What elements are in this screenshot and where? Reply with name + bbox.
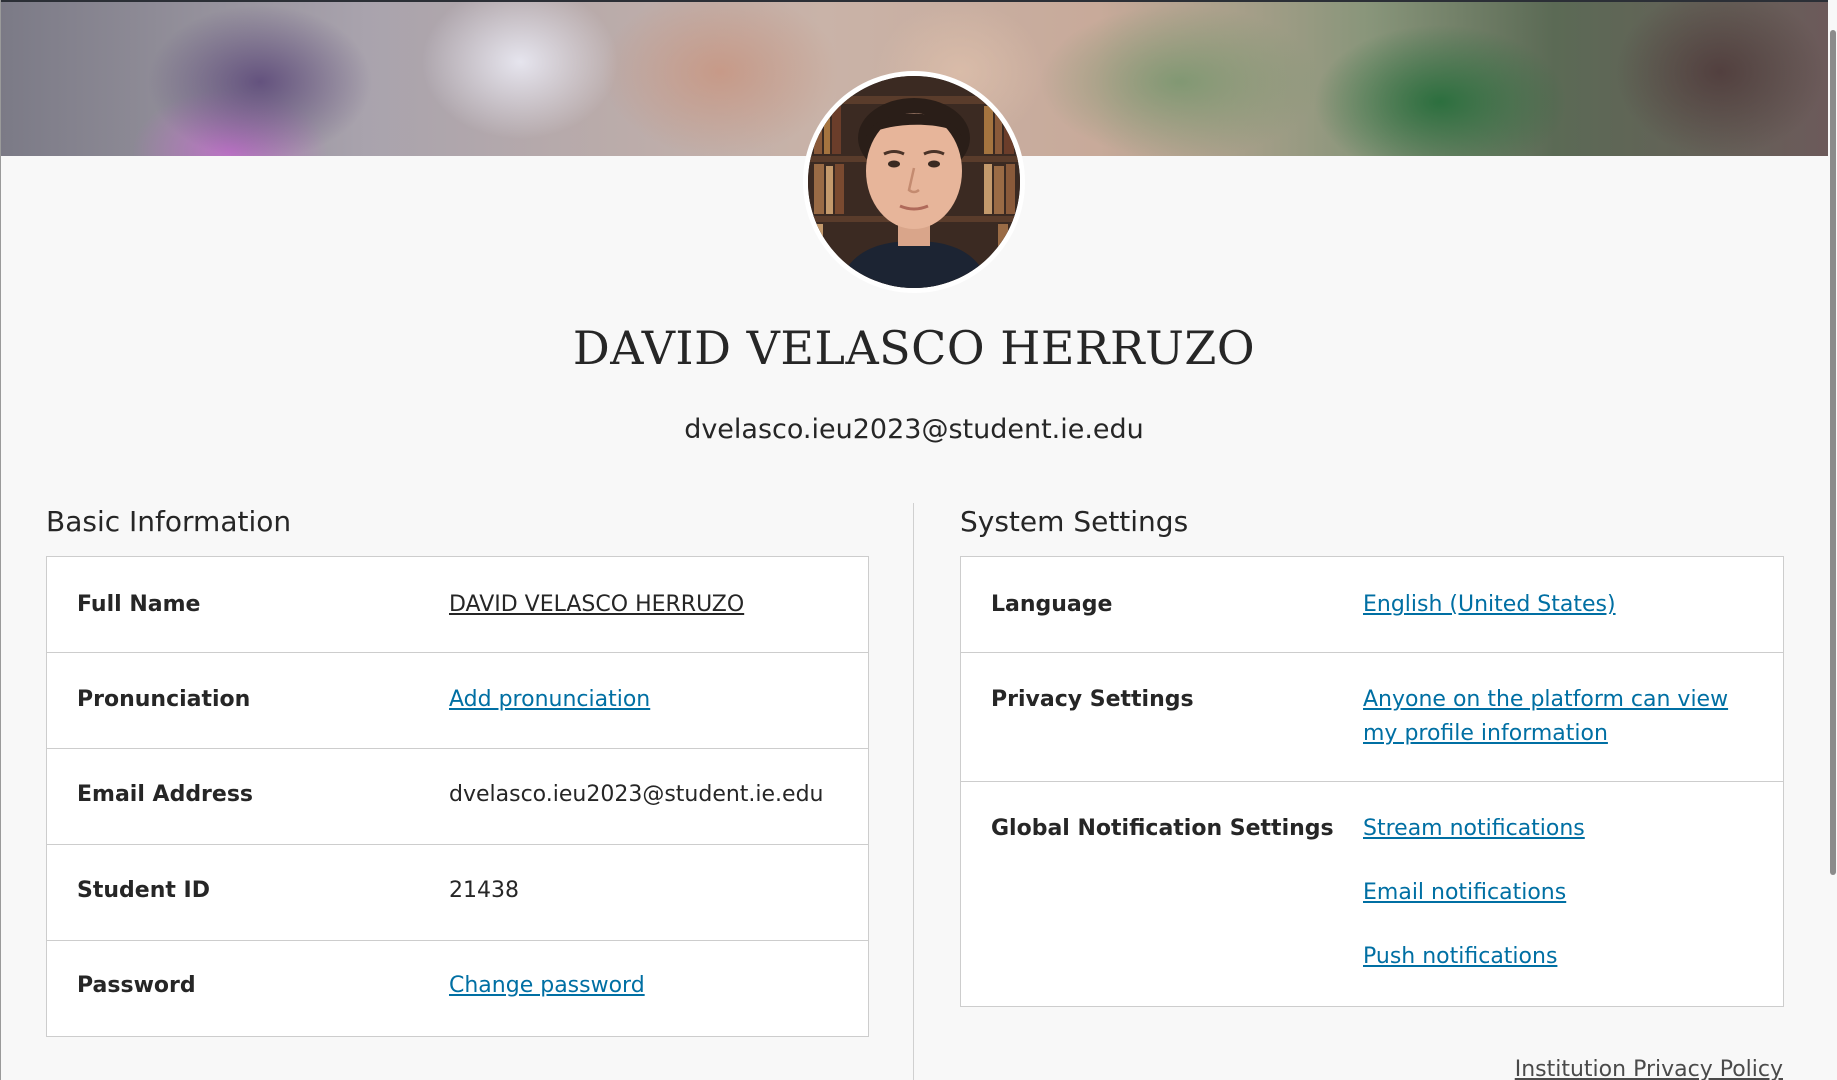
add-pronunciation-link[interactable]: Add pronunciation [449,683,650,717]
system-settings-heading: System Settings [960,505,1189,538]
email-address-label: Email Address [77,782,254,807]
student-id-row: Student ID 21438 [47,845,868,941]
language-label: Language [991,592,1113,617]
email-address-row: Email Address dvelasco.ieu2023@student.i… [47,749,868,845]
push-notifications-link[interactable]: Push notifications [1363,940,1557,974]
password-row: Password Change password [47,941,868,1036]
privacy-settings-link-line1[interactable]: Anyone on the platform can view [1363,683,1728,717]
basic-information-heading: Basic Information [46,505,292,538]
profile-page: DAVID VELASCO HERRUZO dvelasco.ieu2023@s… [0,0,1837,1080]
profile-email: dvelasco.ieu2023@student.ie.edu [684,414,1144,445]
system-settings-card: Language English (United States) Privacy… [960,556,1784,1007]
student-id-label: Student ID [77,878,210,903]
avatar[interactable] [803,71,1025,293]
pronunciation-label: Pronunciation [77,687,251,712]
institution-privacy-policy-link[interactable]: Institution Privacy Policy [1515,1053,1783,1080]
full-name-link[interactable]: DAVID VELASCO HERRUZO [449,588,744,622]
full-name-row: Full Name DAVID VELASCO HERRUZO [47,557,868,653]
privacy-settings-link[interactable]: Anyone on the platform can view my profi… [1363,683,1728,751]
global-notification-settings-row: Global Notification Settings Stream noti… [961,782,1783,1006]
full-name-label: Full Name [77,592,201,617]
window-top-edge [0,0,1837,2]
window-left-edge [0,0,1,1080]
scrollbar[interactable] [1828,0,1837,1080]
privacy-settings-label: Privacy Settings [991,687,1194,712]
privacy-settings-link-line2[interactable]: my profile information [1363,717,1728,751]
privacy-settings-row: Privacy Settings Anyone on the platform … [961,653,1783,782]
password-label: Password [77,973,196,998]
email-notifications-link[interactable]: Email notifications [1363,876,1566,910]
section-divider [913,503,914,1080]
basic-information-card: Full Name DAVID VELASCO HERRUZO Pronunci… [46,556,869,1037]
stream-notifications-link[interactable]: Stream notifications [1363,812,1585,846]
scrollbar-thumb[interactable] [1830,30,1836,875]
profile-name: DAVID VELASCO HERRUZO [572,321,1256,375]
student-id-value: 21438 [449,878,519,903]
email-address-value: dvelasco.ieu2023@student.ie.edu [449,782,824,807]
global-notification-settings-label: Global Notification Settings [991,816,1334,841]
change-password-link[interactable]: Change password [449,969,645,1003]
language-row: Language English (United States) [961,557,1783,653]
language-link[interactable]: English (United States) [1363,588,1616,622]
avatar-photo [808,76,1020,288]
pronunciation-row: Pronunciation Add pronunciation [47,653,868,749]
